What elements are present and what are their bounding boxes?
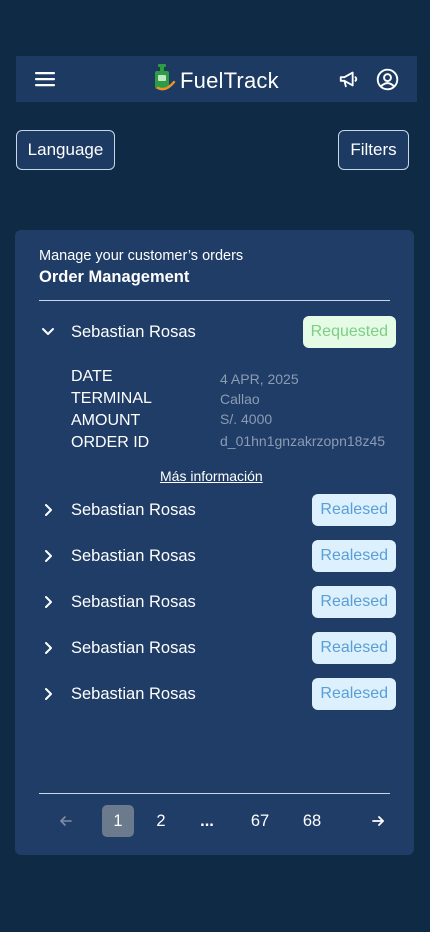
page-button[interactable]: 68 — [296, 805, 328, 837]
status-badge: Realesed — [312, 540, 396, 572]
status-badge: Requested — [302, 316, 396, 348]
chevron-down-icon[interactable] — [41, 325, 55, 339]
app-title: FuelTrack — [180, 67, 279, 93]
menu-icon[interactable] — [35, 70, 55, 88]
divider — [39, 793, 390, 794]
detail-label: DATE — [71, 368, 113, 385]
order-row-expanded[interactable]: Sebastian Rosas Requested — [39, 316, 396, 348]
arrow-left-icon — [60, 816, 72, 826]
more-info-link[interactable]: Más información — [160, 468, 263, 484]
customer-name: Sebastian Rosas — [71, 501, 196, 519]
user-icon[interactable] — [376, 68, 399, 91]
order-management-card: Manage your customer’s orders Order Mana… — [15, 230, 414, 855]
pagination: 1 2 ... 67 68 — [39, 805, 390, 837]
chevron-right-icon[interactable] — [41, 687, 55, 701]
detail-value: d_01hn1gnzakrzopn18z45 — [220, 433, 386, 449]
status-badge: Realesed — [312, 586, 396, 618]
chevron-right-icon[interactable] — [41, 503, 55, 517]
order-row[interactable]: Sebastian Rosas Realesed — [39, 632, 396, 664]
prev-page-button[interactable] — [55, 805, 77, 837]
customer-name: Sebastian Rosas — [71, 685, 196, 703]
detail-label: TERMINAL — [71, 390, 152, 407]
order-row[interactable]: Sebastian Rosas Realesed — [39, 586, 396, 618]
top-nav-bar: FuelTrack — [16, 56, 417, 102]
detail-value: S/. 4000 — [220, 411, 273, 427]
page-ellipsis: ... — [200, 811, 214, 830]
card-subtitle: Manage your customer’s orders — [39, 248, 244, 264]
detail-label: ORDER ID — [71, 434, 150, 451]
chevron-right-icon[interactable] — [41, 641, 55, 655]
detail-label: AMOUNT — [71, 412, 141, 429]
filters-button[interactable]: Filters — [338, 130, 409, 170]
language-button[interactable]: Language — [16, 130, 115, 170]
customer-name: Sebastian Rosas — [71, 323, 196, 341]
arrow-right-icon — [372, 816, 384, 826]
chevron-right-icon[interactable] — [41, 595, 55, 609]
order-row[interactable]: Sebastian Rosas Realesed — [39, 540, 396, 572]
order-row[interactable]: Sebastian Rosas Realesed — [39, 678, 396, 710]
status-badge: Realesed — [312, 494, 396, 526]
megaphone-icon[interactable] — [338, 68, 360, 90]
status-badge: Realesed — [312, 632, 396, 664]
chevron-right-icon[interactable] — [41, 549, 55, 563]
divider — [39, 300, 390, 301]
customer-name: Sebastian Rosas — [71, 547, 196, 565]
page-button[interactable]: 67 — [244, 805, 276, 837]
fuel-logo-icon — [152, 64, 176, 97]
status-badge: Realesed — [312, 678, 396, 710]
card-title: Order Management — [39, 268, 190, 286]
detail-value: 4 APR, 2025 — [220, 371, 299, 387]
next-page-button[interactable] — [367, 805, 389, 837]
brand[interactable]: FuelTrack — [152, 64, 279, 97]
page-button[interactable]: 2 — [150, 805, 172, 837]
app-page: FuelTrack Language Filters Manage your c… — [0, 0, 430, 932]
detail-value: Callao — [220, 391, 260, 407]
customer-name: Sebastian Rosas — [71, 593, 196, 611]
page-button-current[interactable]: 1 — [102, 805, 134, 837]
customer-name: Sebastian Rosas — [71, 639, 196, 657]
order-row[interactable]: Sebastian Rosas Realesed — [39, 494, 396, 526]
